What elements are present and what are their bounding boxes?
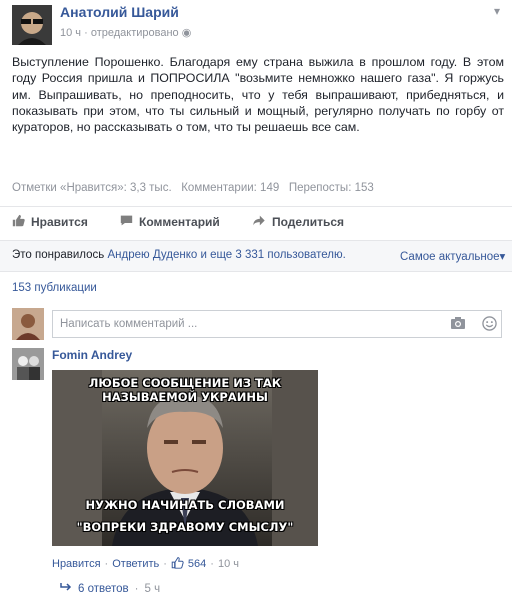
- likes-count[interactable]: Отметки «Нравится»: 3,3 тыс.: [12, 182, 172, 194]
- thumbs-up-icon: [12, 214, 25, 230]
- meme-top-caption: Любое сообщение из так называемой Украин…: [88, 376, 282, 404]
- author-avatar[interactable]: [12, 5, 52, 45]
- post-time[interactable]: 10 ч: [60, 27, 81, 39]
- user-avatar[interactable]: [12, 308, 44, 340]
- like-button[interactable]: Нравится: [12, 214, 88, 230]
- speech-bubble-icon: [120, 214, 133, 230]
- emoji-icon[interactable]: [482, 316, 497, 336]
- post-options-chevron-icon[interactable]: ▾: [494, 4, 500, 18]
- shares-count[interactable]: Перепосты: 153: [289, 182, 374, 194]
- liked-by-prefix: Это понравилось: [12, 249, 105, 261]
- share-button[interactable]: Поделиться: [252, 214, 344, 230]
- sort-label: Самое актуальное: [400, 251, 500, 263]
- thumbs-up-outline-icon: [171, 556, 184, 572]
- publications-count[interactable]: 153 публикации: [12, 282, 97, 294]
- edited-label[interactable]: отредактировано: [91, 27, 179, 39]
- commenter-name[interactable]: Fomin Andrey: [52, 348, 132, 362]
- replies-time: 5 ч: [144, 582, 161, 595]
- replies-count: 6 ответов: [78, 582, 129, 595]
- comment-placeholder: Написать комментарий ...: [60, 318, 198, 330]
- globe-icon: ◉: [181, 27, 192, 39]
- reply-arrow-icon: [60, 582, 72, 595]
- camera-icon[interactable]: [450, 316, 466, 335]
- comment-time[interactable]: 10 ч: [218, 558, 239, 570]
- post-text: Выступление Порошенко. Благодаря ему стр…: [12, 55, 504, 135]
- commenter-avatar[interactable]: [12, 348, 44, 380]
- comments-count[interactable]: Комментарии: 149: [181, 182, 279, 194]
- comment-actions: Нравится · Ответить · 564 · 10 ч: [52, 556, 239, 572]
- post-stats: Отметки «Нравится»: 3,3 тыс. Комментарии…: [12, 182, 374, 194]
- view-replies[interactable]: 6 ответов · 5 ч: [60, 582, 160, 595]
- liked-by-names[interactable]: Андрею Дуденко и еще 3 331 пользователю.: [107, 249, 345, 261]
- comment-reaction-count[interactable]: 564: [188, 558, 206, 570]
- liked-by: Это понравилось Андрею Дуденко и еще 3 3…: [12, 249, 346, 261]
- sort-dropdown[interactable]: Самое актуальное▾: [400, 249, 505, 263]
- meme-bottom-caption-2: "вопреки здравому смыслу": [76, 520, 294, 534]
- author-name[interactable]: Анатолий Шарий: [60, 4, 179, 20]
- comment-image[interactable]: Любое сообщение из так называемой Украин…: [52, 370, 318, 546]
- comment-button[interactable]: Комментарий: [120, 214, 220, 230]
- comment-like-link[interactable]: Нравится: [52, 558, 101, 570]
- meme-bottom-caption-1: Нужно начинать словами: [85, 498, 285, 512]
- comment-reply-link[interactable]: Ответить: [112, 558, 159, 570]
- post-meta: 10 ч · отредактировано ◉: [60, 27, 192, 39]
- chevron-down-icon: ▾: [499, 251, 506, 263]
- share-arrow-icon: [252, 214, 266, 230]
